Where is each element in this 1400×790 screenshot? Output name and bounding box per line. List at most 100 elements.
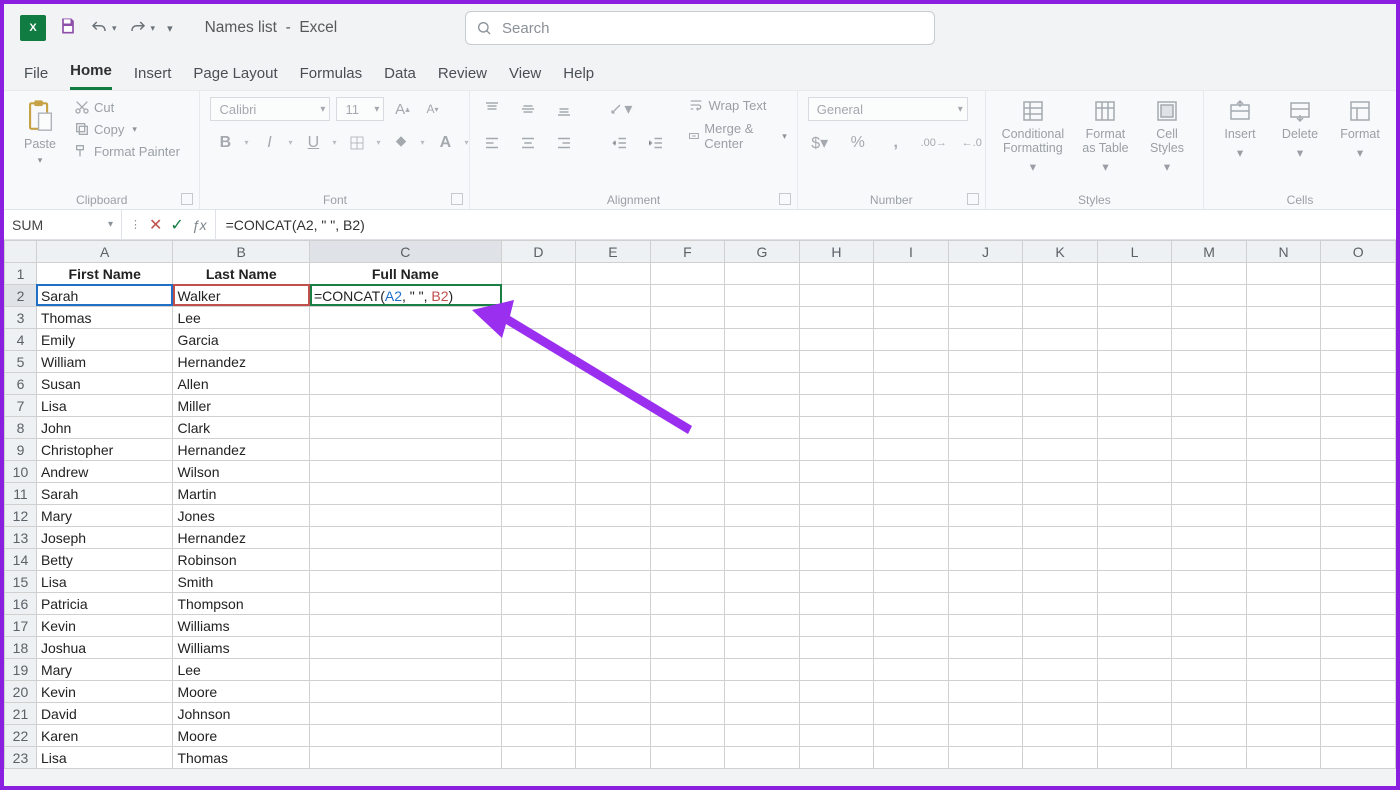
cell-M3[interactable] (1172, 307, 1247, 329)
cell-L19[interactable] (1097, 659, 1172, 681)
cell-A10[interactable]: Andrew (36, 461, 173, 483)
cell-H11[interactable] (799, 483, 874, 505)
cell-L14[interactable] (1097, 549, 1172, 571)
cell-O2[interactable] (1321, 285, 1396, 307)
tab-review[interactable]: Review (438, 65, 487, 90)
cell-N22[interactable] (1246, 725, 1321, 747)
col-header-C[interactable]: C (309, 241, 501, 263)
cell-H16[interactable] (799, 593, 874, 615)
cell-B15[interactable]: Smith (173, 571, 310, 593)
cell-E18[interactable] (576, 637, 651, 659)
row-header-22[interactable]: 22 (5, 725, 37, 747)
decrease-indent-icon[interactable] (608, 131, 632, 155)
cell-M8[interactable] (1172, 417, 1247, 439)
borders-button[interactable] (342, 131, 372, 155)
tab-data[interactable]: Data (384, 65, 416, 90)
cell-N2[interactable] (1246, 285, 1321, 307)
cell-G19[interactable] (725, 659, 800, 681)
worksheet-grid[interactable]: ABCDEFGHIJKLMNO1First NameLast NameFull … (4, 240, 1396, 769)
format-as-table-button[interactable]: Format as Table▾ (1078, 97, 1133, 176)
cell-H15[interactable] (799, 571, 874, 593)
cell-J10[interactable] (948, 461, 1023, 483)
row-header-21[interactable]: 21 (5, 703, 37, 725)
row-header-9[interactable]: 9 (5, 439, 37, 461)
align-center-icon[interactable] (516, 131, 540, 155)
cell-C20[interactable] (309, 681, 501, 703)
cell-B1[interactable]: Last Name (173, 263, 310, 285)
cell-I14[interactable] (874, 549, 948, 571)
cell-G5[interactable] (725, 351, 800, 373)
cell-I15[interactable] (874, 571, 948, 593)
number-format-select[interactable]: General (808, 97, 968, 121)
cell-O23[interactable] (1321, 747, 1396, 769)
cell-K1[interactable] (1023, 263, 1098, 285)
align-middle-icon[interactable] (516, 97, 540, 121)
wrap-text-button[interactable]: Wrap Text (688, 97, 786, 113)
cell-C7[interactable] (309, 395, 501, 417)
cell-B11[interactable]: Martin (173, 483, 310, 505)
name-box[interactable]: SUM (4, 210, 122, 239)
cell-H6[interactable] (799, 373, 874, 395)
cell-N16[interactable] (1246, 593, 1321, 615)
col-header-B[interactable]: B (173, 241, 310, 263)
cell-A13[interactable]: Joseph (36, 527, 173, 549)
clipboard-launcher-icon[interactable] (181, 193, 193, 205)
cell-K21[interactable] (1023, 703, 1098, 725)
cell-D19[interactable] (501, 659, 576, 681)
tab-file[interactable]: File (24, 65, 48, 90)
cell-D10[interactable] (501, 461, 576, 483)
tab-home[interactable]: Home (70, 62, 112, 90)
cell-A5[interactable]: William (36, 351, 173, 373)
cell-M16[interactable] (1172, 593, 1247, 615)
cell-M20[interactable] (1172, 681, 1247, 703)
cell-M6[interactable] (1172, 373, 1247, 395)
cell-K11[interactable] (1023, 483, 1098, 505)
cell-B23[interactable]: Thomas (173, 747, 310, 769)
align-right-icon[interactable] (552, 131, 576, 155)
cell-D12[interactable] (501, 505, 576, 527)
insert-cells-button[interactable]: Insert▾ (1214, 97, 1266, 162)
format-painter-button[interactable]: Format Painter (74, 143, 180, 159)
format-cells-button[interactable]: Format▾ (1334, 97, 1386, 162)
cell-K4[interactable] (1023, 329, 1098, 351)
cell-J8[interactable] (948, 417, 1023, 439)
cell-J16[interactable] (948, 593, 1023, 615)
cell-O17[interactable] (1321, 615, 1396, 637)
cell-N7[interactable] (1246, 395, 1321, 417)
cell-B20[interactable]: Moore (173, 681, 310, 703)
cell-O14[interactable] (1321, 549, 1396, 571)
cell-B8[interactable]: Clark (173, 417, 310, 439)
cell-H10[interactable] (799, 461, 874, 483)
cell-F9[interactable] (650, 439, 725, 461)
cell-E19[interactable] (576, 659, 651, 681)
cell-M7[interactable] (1172, 395, 1247, 417)
cell-A14[interactable]: Betty (36, 549, 173, 571)
cell-H14[interactable] (799, 549, 874, 571)
row-header-10[interactable]: 10 (5, 461, 37, 483)
cell-J1[interactable] (948, 263, 1023, 285)
cell-L8[interactable] (1097, 417, 1172, 439)
cell-K15[interactable] (1023, 571, 1098, 593)
cell-F23[interactable] (650, 747, 725, 769)
cell-O11[interactable] (1321, 483, 1396, 505)
cell-G16[interactable] (725, 593, 800, 615)
cell-N13[interactable] (1246, 527, 1321, 549)
cell-H19[interactable] (799, 659, 874, 681)
cell-N15[interactable] (1246, 571, 1321, 593)
cell-J20[interactable] (948, 681, 1023, 703)
cell-L16[interactable] (1097, 593, 1172, 615)
cell-D9[interactable] (501, 439, 576, 461)
number-launcher-icon[interactable] (967, 193, 979, 205)
cell-M5[interactable] (1172, 351, 1247, 373)
row-header-23[interactable]: 23 (5, 747, 37, 769)
cell-B9[interactable]: Hernandez (173, 439, 310, 461)
cell-C6[interactable] (309, 373, 501, 395)
cell-A19[interactable]: Mary (36, 659, 173, 681)
cell-C2[interactable]: =CONCAT(A2, " ", B2) (309, 285, 501, 307)
cell-L17[interactable] (1097, 615, 1172, 637)
cell-B16[interactable]: Thompson (173, 593, 310, 615)
cell-I18[interactable] (874, 637, 948, 659)
decrease-decimal-icon[interactable]: ←.0 (960, 131, 984, 155)
cell-E16[interactable] (576, 593, 651, 615)
row-header-17[interactable]: 17 (5, 615, 37, 637)
